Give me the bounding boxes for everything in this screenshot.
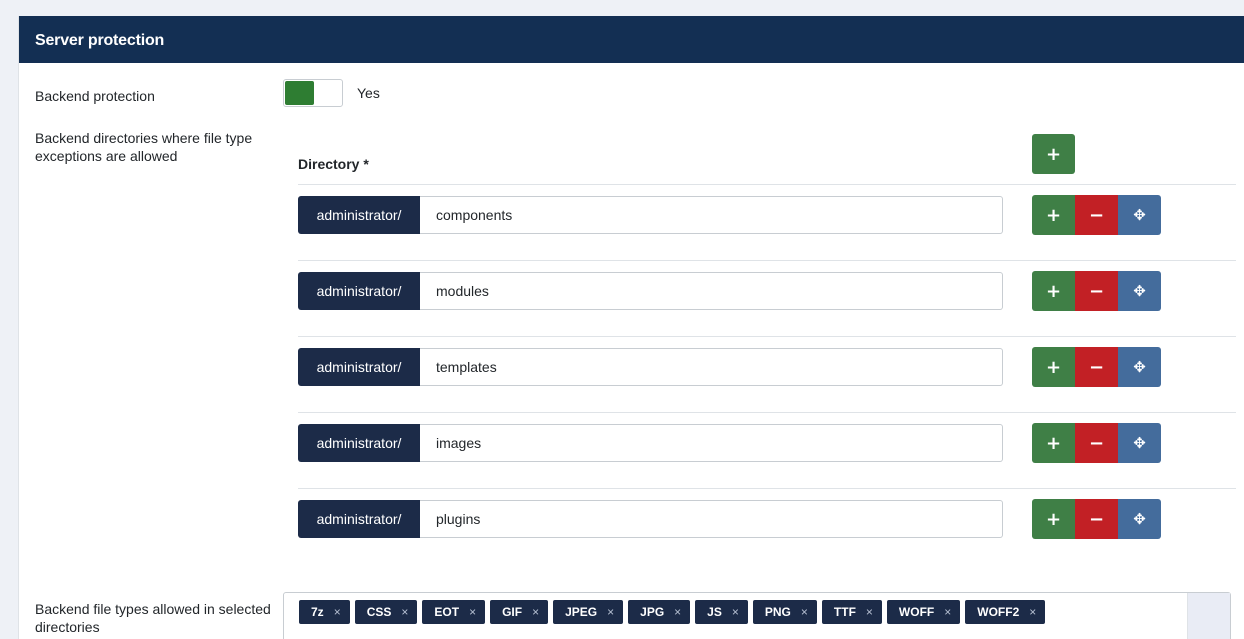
tag-label: WOFF — [898, 605, 935, 619]
directory-input[interactable] — [420, 424, 1003, 462]
directory-prefix: administrator/ — [298, 196, 420, 234]
tag-label: TTF — [833, 605, 856, 619]
divider — [298, 184, 1236, 185]
backend-protection-label: Backend protection — [35, 88, 155, 104]
file-type-tag: JPEG × — [553, 600, 624, 624]
move-row-button[interactable]: ✥ — [1118, 499, 1161, 539]
remove-row-button[interactable]: − — [1075, 195, 1118, 235]
directory-prefix: administrator/ — [298, 272, 420, 310]
file-type-tag: PNG × — [752, 600, 817, 624]
tag-remove-icon[interactable]: × — [732, 605, 739, 619]
remove-row-button[interactable]: − — [1075, 423, 1118, 463]
tag-label: JS — [707, 605, 722, 619]
move-row-button[interactable]: ✥ — [1118, 271, 1161, 311]
backend-file-types-label: Backend file types allowed in selected d… — [35, 601, 271, 635]
tag-label: GIF — [502, 605, 523, 619]
tag-label: CSS — [366, 605, 392, 619]
remove-row-button[interactable]: − — [1075, 271, 1118, 311]
directory-input[interactable] — [420, 348, 1003, 386]
add-directory-button[interactable]: + — [1032, 134, 1075, 174]
tag-remove-icon[interactable]: × — [334, 605, 341, 619]
divider — [298, 488, 1236, 489]
section-title: Server protection — [19, 16, 1244, 63]
tag-remove-icon[interactable]: × — [674, 605, 681, 619]
move-row-button[interactable]: ✥ — [1118, 423, 1161, 463]
tag-label: EOT — [434, 605, 460, 619]
divider — [298, 260, 1236, 261]
tag-remove-icon[interactable]: × — [532, 605, 539, 619]
divider — [298, 336, 1236, 337]
tag-remove-icon[interactable]: × — [469, 605, 476, 619]
row-actions: + − ✥ — [1032, 347, 1162, 387]
backend-protection-toggle[interactable] — [283, 79, 343, 107]
file-type-tag: JPG × — [628, 600, 691, 624]
file-type-tag: WOFF × — [886, 600, 961, 624]
directory-prefix: administrator/ — [298, 500, 420, 538]
directory-input[interactable] — [420, 500, 1003, 538]
backend-protection-value: Yes — [357, 85, 380, 101]
divider — [298, 412, 1236, 413]
server-protection-card: Server protection Backend protection Yes… — [18, 16, 1244, 639]
row-actions: + − ✥ — [1032, 423, 1162, 463]
tag-remove-icon[interactable]: × — [944, 605, 951, 619]
toggle-knob — [285, 81, 314, 105]
file-type-tag: EOT × — [422, 600, 486, 624]
file-type-tags: 7z × CSS × EOT × GIF × JPEG × JPG × JS × PNG × TTF × WOFF ×… — [299, 600, 1179, 624]
tag-remove-icon[interactable]: × — [1029, 605, 1036, 619]
file-type-tag: WOFF2 × — [965, 600, 1046, 624]
file-type-tag: TTF × — [821, 600, 882, 624]
directory-prefix: administrator/ — [298, 348, 420, 386]
tag-remove-icon[interactable]: × — [401, 605, 408, 619]
move-row-button[interactable]: ✥ — [1118, 195, 1161, 235]
directory-row: administrator/ +−✥ — [298, 271, 1236, 312]
row-actions: + − ✥ — [1032, 271, 1162, 311]
file-types-tag-input[interactable]: 7z × CSS × EOT × GIF × JPEG × JPG × JS × PNG × TTF × WOFF ×… — [283, 592, 1231, 639]
tag-label: 7z — [311, 605, 324, 619]
remove-row-button[interactable]: − — [1075, 347, 1118, 387]
tag-remove-icon[interactable]: × — [801, 605, 808, 619]
directory-input[interactable] — [420, 272, 1003, 310]
directory-row: administrator/ +−✥ — [298, 423, 1236, 464]
add-row-button[interactable]: + — [1032, 423, 1075, 463]
directory-row: administrator/ +−✥ — [298, 499, 1236, 540]
directory-prefix: administrator/ — [298, 424, 420, 462]
row-actions: + − ✥ — [1032, 195, 1162, 235]
add-row-button[interactable]: + — [1032, 195, 1075, 235]
remove-row-button[interactable]: − — [1075, 499, 1118, 539]
tag-label: WOFF2 — [977, 605, 1020, 619]
file-type-tag: JS × — [695, 600, 748, 624]
directory-column-header: Directory * — [298, 156, 369, 172]
tag-label: JPEG — [565, 605, 598, 619]
row-actions: + − ✥ — [1032, 499, 1162, 539]
move-row-button[interactable]: ✥ — [1118, 347, 1161, 387]
directory-row: administrator/ +−✥ — [298, 195, 1236, 236]
tags-dropdown-area[interactable] — [1187, 593, 1230, 639]
tag-remove-icon[interactable]: × — [607, 605, 614, 619]
tag-label: PNG — [764, 605, 791, 619]
tag-remove-icon[interactable]: × — [866, 605, 873, 619]
file-type-tag: GIF × — [490, 600, 549, 624]
add-row-button[interactable]: + — [1032, 271, 1075, 311]
file-type-tag: CSS × — [354, 600, 418, 624]
directory-input[interactable] — [420, 196, 1003, 234]
file-type-tag: 7z × — [299, 600, 350, 624]
tag-label: JPG — [640, 605, 665, 619]
add-row-button[interactable]: + — [1032, 347, 1075, 387]
add-row-button[interactable]: + — [1032, 499, 1075, 539]
directory-row: administrator/ +−✥ — [298, 347, 1236, 388]
backend-directories-label: Backend directories where file type exce… — [35, 130, 253, 164]
